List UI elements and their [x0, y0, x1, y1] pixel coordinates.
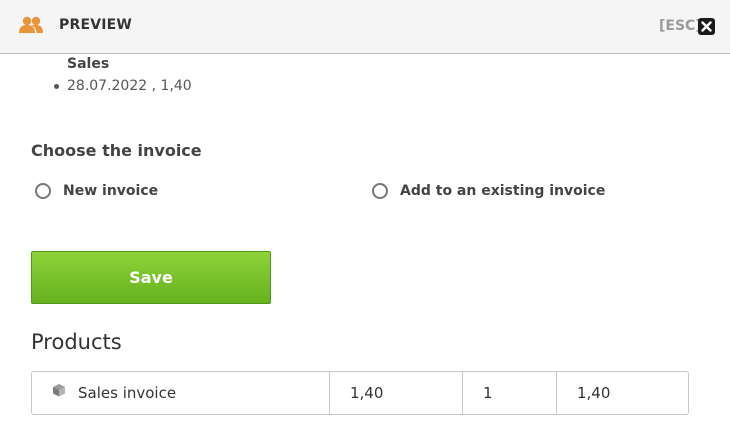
new-invoice-radio[interactable]: New invoice — [35, 183, 158, 199]
product-quantity-cell: 1 — [463, 372, 557, 414]
sales-heading: Sales — [67, 56, 110, 72]
close-button[interactable] — [698, 18, 715, 35]
preview-header: PREVIEW [ESC] — [0, 0, 730, 54]
product-price: 1,40 — [350, 384, 384, 402]
esc-label: [ESC] — [659, 18, 702, 34]
product-price-cell: 1,40 — [330, 372, 463, 414]
radio-button[interactable] — [35, 183, 51, 199]
products-title: Products — [31, 330, 122, 354]
close-icon — [701, 21, 712, 32]
sales-item-text: 28.07.2022 , 1,40 — [67, 78, 192, 94]
choose-invoice-title: Choose the invoice — [31, 141, 202, 160]
product-total: 1,40 — [577, 384, 611, 402]
box-icon — [53, 384, 65, 397]
product-total-cell: 1,40 — [557, 372, 688, 414]
new-invoice-label[interactable]: New invoice — [63, 183, 158, 199]
product-quantity: 1 — [483, 384, 493, 402]
existing-invoice-label[interactable]: Add to an existing invoice — [400, 183, 605, 199]
radio-button[interactable] — [372, 183, 388, 199]
save-button[interactable]: Save — [31, 251, 271, 304]
product-name: Sales invoice — [78, 384, 177, 402]
users-icon — [19, 16, 43, 33]
preview-content: Sales 28.07.2022 , 1,40 Choose the invoi… — [0, 55, 730, 442]
product-name-cell: Sales invoice — [32, 372, 330, 414]
sales-list-item: 28.07.2022 , 1,40 — [54, 78, 192, 94]
existing-invoice-radio[interactable]: Add to an existing invoice — [372, 183, 605, 199]
bullet — [54, 83, 59, 89]
table-row: Sales invoice 1,40 1 1,40 — [31, 371, 689, 415]
page-title: PREVIEW — [59, 17, 133, 33]
